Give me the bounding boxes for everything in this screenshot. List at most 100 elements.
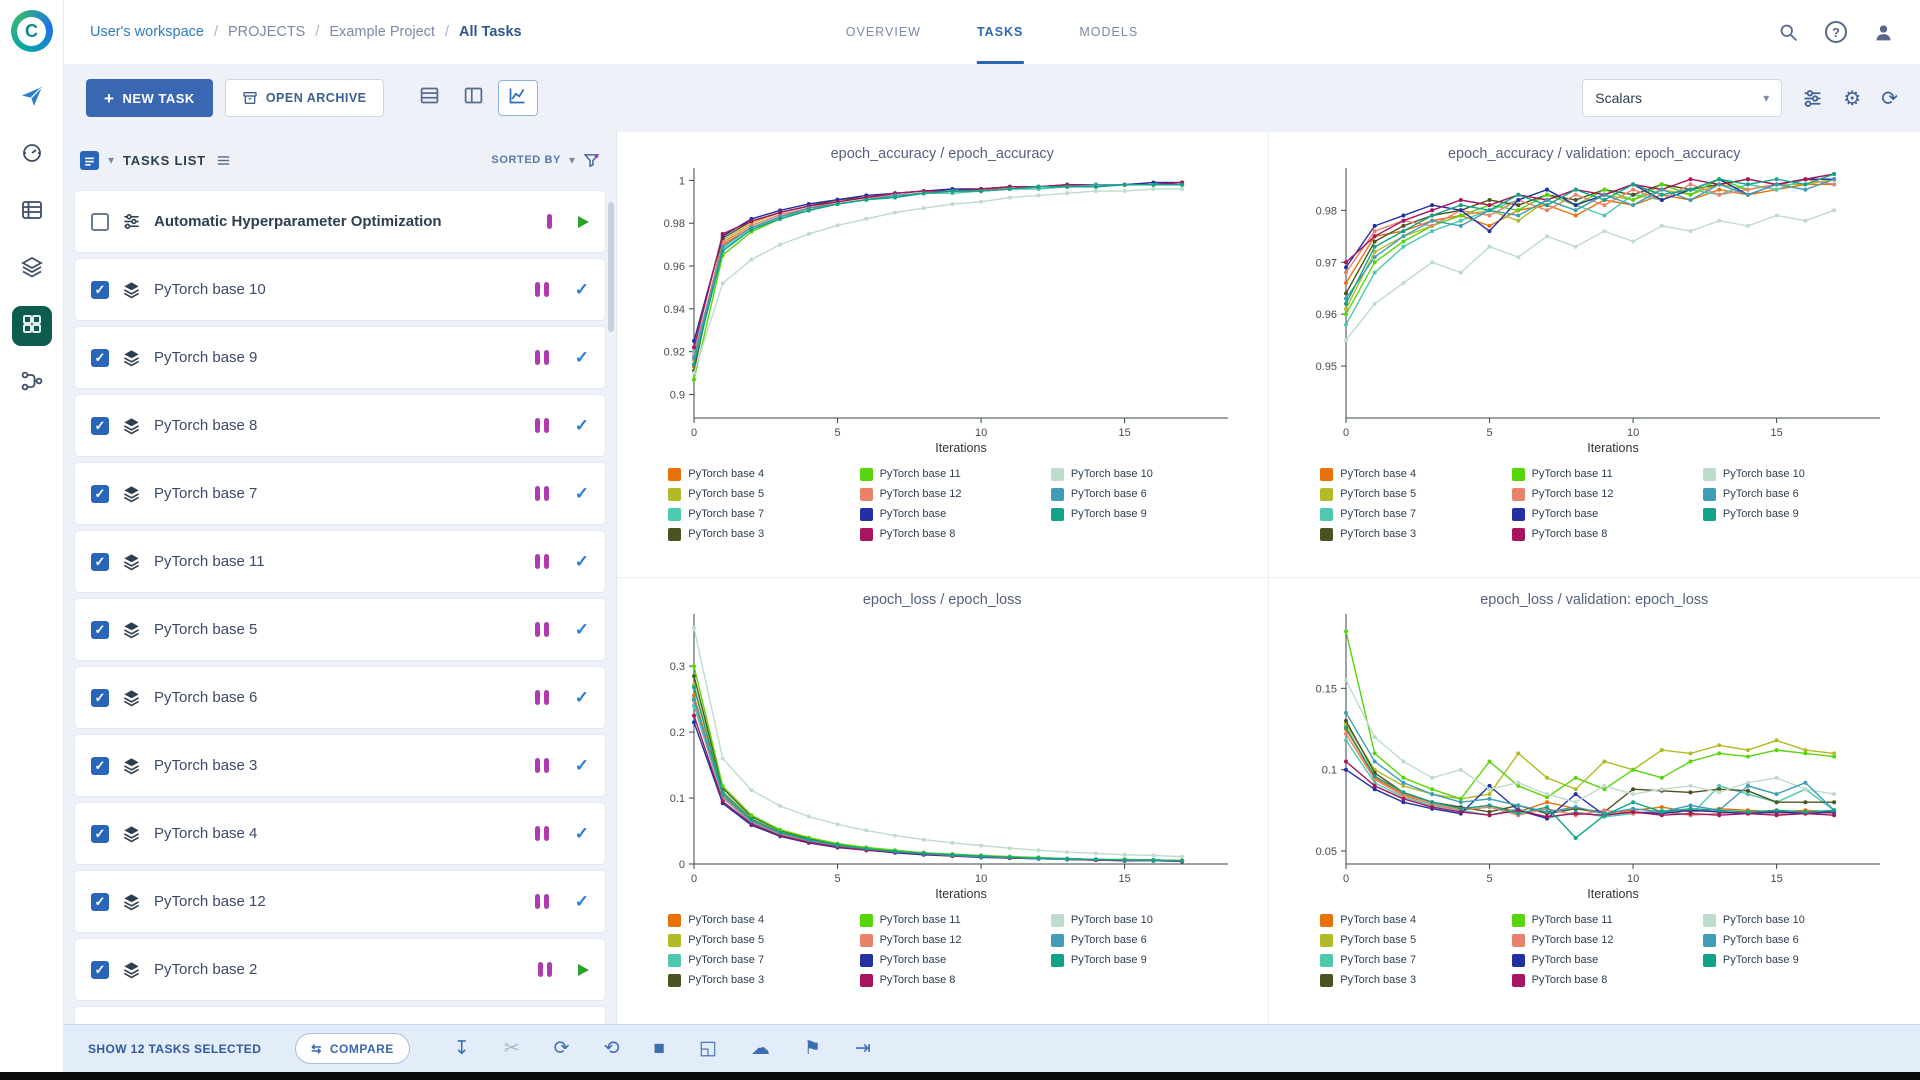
compare-button[interactable]: ⇆ COMPARE: [295, 1033, 410, 1064]
sorted-by-chevron-icon[interactable]: ▾: [569, 153, 575, 167]
reset-icon[interactable]: ⟳: [554, 1037, 570, 1060]
task-row[interactable]: ✓ PyTorch base 11 ✓: [74, 530, 606, 593]
screenshot-icon[interactable]: ◱: [699, 1037, 717, 1060]
select-all-checkbox[interactable]: [80, 150, 99, 170]
scalar-plot[interactable]: 0.95 0.96 0.97 0.98 0 5 10 15 Iterations: [1294, 164, 1894, 456]
legend-item[interactable]: PyTorch base 3: [1320, 970, 1485, 990]
view-table-button[interactable]: [410, 80, 450, 116]
legend-item[interactable]: PyTorch base: [859, 504, 1025, 524]
legend-item[interactable]: PyTorch base: [1511, 950, 1677, 970]
legend-item[interactable]: PyTorch base 9: [1702, 504, 1868, 524]
task-checkbox[interactable]: ✓: [91, 688, 109, 707]
legend-item[interactable]: PyTorch base 5: [668, 484, 833, 504]
task-name[interactable]: Automatic Hyperparameter Optimization: [154, 213, 442, 230]
search-icon[interactable]: [1778, 22, 1799, 43]
task-name[interactable]: PyTorch base 2: [154, 961, 257, 978]
task-checkbox[interactable]: [91, 212, 109, 231]
legend-item[interactable]: PyTorch base: [859, 950, 1025, 970]
tags-icon[interactable]: ⚑: [804, 1037, 821, 1060]
legend-item[interactable]: PyTorch base 11: [1511, 464, 1677, 484]
legend-item[interactable]: PyTorch base 9: [1050, 950, 1216, 970]
task-checkbox[interactable]: ✓: [91, 620, 109, 639]
task-row[interactable]: ✓ PyTorch base ✓: [74, 1006, 606, 1024]
metric-dropdown[interactable]: Scalars ▾: [1582, 79, 1783, 117]
legend-item[interactable]: PyTorch base 6: [1050, 484, 1216, 504]
task-checkbox[interactable]: ✓: [91, 960, 109, 979]
breadcrumb-item[interactable]: User's workspace: [90, 24, 204, 40]
legend-item[interactable]: PyTorch base 4: [668, 464, 833, 484]
legend-item[interactable]: PyTorch base 3: [668, 524, 833, 544]
legend-item[interactable]: PyTorch base 7: [1320, 504, 1485, 524]
legend-item[interactable]: PyTorch base 4: [1320, 910, 1485, 930]
sorted-by-button[interactable]: SORTED BY: [491, 154, 561, 166]
task-row[interactable]: Automatic Hyperparameter Optimization: [74, 190, 606, 253]
task-row[interactable]: ✓ PyTorch base 5 ✓: [74, 598, 606, 661]
legend-item[interactable]: PyTorch base 8: [1511, 970, 1677, 990]
archive-icon[interactable]: ↧: [454, 1037, 470, 1060]
legend-item[interactable]: PyTorch base 12: [859, 484, 1025, 504]
task-name[interactable]: PyTorch base 8: [154, 417, 257, 434]
legend-item[interactable]: PyTorch base 10: [1050, 464, 1216, 484]
help-icon[interactable]: ?: [1825, 21, 1847, 43]
tune-icon[interactable]: [1802, 88, 1823, 109]
sidebar-item-projects[interactable]: [11, 306, 52, 346]
task-name[interactable]: PyTorch base 12: [154, 893, 266, 910]
legend-item[interactable]: PyTorch base 8: [859, 524, 1025, 544]
task-name[interactable]: PyTorch base 11: [154, 553, 265, 570]
task-name[interactable]: PyTorch base 4: [154, 825, 257, 842]
task-checkbox[interactable]: ✓: [91, 348, 109, 367]
open-archive-button[interactable]: OPEN ARCHIVE: [224, 79, 384, 117]
breadcrumb-item[interactable]: Example Project: [329, 24, 435, 40]
legend-item[interactable]: PyTorch base 11: [1511, 910, 1677, 930]
restore-icon[interactable]: ⟲: [604, 1037, 620, 1060]
legend-item[interactable]: PyTorch base 11: [859, 910, 1025, 930]
legend-item[interactable]: PyTorch base 8: [1511, 524, 1677, 544]
legend-item[interactable]: PyTorch base 5: [1320, 484, 1485, 504]
sidebar-item-workers[interactable]: [12, 135, 52, 175]
auto-refresh-icon[interactable]: ⟳: [1881, 86, 1898, 111]
legend-item[interactable]: PyTorch base 6: [1050, 930, 1216, 950]
legend-item[interactable]: PyTorch base 3: [1320, 524, 1485, 544]
legend-item[interactable]: PyTorch base 9: [1702, 950, 1868, 970]
legend-item[interactable]: PyTorch base 7: [668, 504, 833, 524]
legend-item[interactable]: PyTorch base 10: [1702, 910, 1868, 930]
task-name[interactable]: PyTorch base 7: [154, 485, 257, 502]
task-checkbox[interactable]: ✓: [91, 552, 109, 571]
sidebar-item-datasets[interactable]: [12, 249, 52, 289]
breadcrumb-item[interactable]: All Tasks: [459, 24, 522, 40]
task-checkbox[interactable]: ✓: [91, 756, 109, 775]
task-checkbox[interactable]: ✓: [91, 892, 109, 911]
clearml-logo[interactable]: C: [10, 10, 53, 52]
tab-tasks[interactable]: TASKS: [976, 0, 1024, 64]
scalar-plot[interactable]: 0.90.920.940.960.9810 5 10 15Iterations: [642, 164, 1242, 456]
legend-item[interactable]: PyTorch base 4: [1320, 464, 1485, 484]
task-name[interactable]: PyTorch base 3: [154, 757, 257, 774]
scalar-plot[interactable]: 0.05 0.1 0.15 0 5 10 15 Iterations: [1294, 610, 1894, 902]
legend-item[interactable]: PyTorch base 10: [1050, 910, 1216, 930]
legend-item[interactable]: PyTorch base 11: [859, 464, 1025, 484]
task-checkbox[interactable]: ✓: [91, 416, 109, 435]
view-split-button[interactable]: [454, 80, 494, 116]
legend-item[interactable]: PyTorch base 3: [668, 970, 833, 990]
avatar[interactable]: [1873, 22, 1894, 43]
sidebar-item-home[interactable]: [12, 78, 52, 118]
task-row[interactable]: ✓ PyTorch base 8 ✓: [74, 394, 606, 457]
task-name[interactable]: PyTorch base 6: [154, 689, 257, 706]
task-row[interactable]: ✓ PyTorch base 4 ✓: [74, 802, 606, 865]
legend-item[interactable]: PyTorch base 5: [1320, 930, 1485, 950]
settings-gear-icon[interactable]: ⚙: [1843, 86, 1861, 111]
legend-item[interactable]: PyTorch base 12: [859, 930, 1025, 950]
legend-item[interactable]: PyTorch base 9: [1050, 504, 1216, 524]
task-checkbox[interactable]: ✓: [91, 484, 109, 503]
task-row[interactable]: ✓ PyTorch base 10 ✓: [74, 258, 606, 321]
legend-item[interactable]: PyTorch base 7: [1320, 950, 1485, 970]
sidebar-item-pipelines[interactable]: [12, 363, 52, 403]
tab-overview[interactable]: OVERVIEW: [846, 0, 921, 64]
legend-item[interactable]: PyTorch base 12: [1511, 930, 1677, 950]
new-task-button[interactable]: + NEW TASK: [86, 79, 213, 117]
task-checkbox[interactable]: ✓: [91, 280, 109, 299]
task-row[interactable]: ✓ PyTorch base 7 ✓: [74, 462, 606, 525]
select-all-chevron-icon[interactable]: ▾: [108, 153, 114, 167]
task-checkbox[interactable]: ✓: [91, 824, 109, 843]
breadcrumb-item[interactable]: PROJECTS: [228, 24, 305, 40]
